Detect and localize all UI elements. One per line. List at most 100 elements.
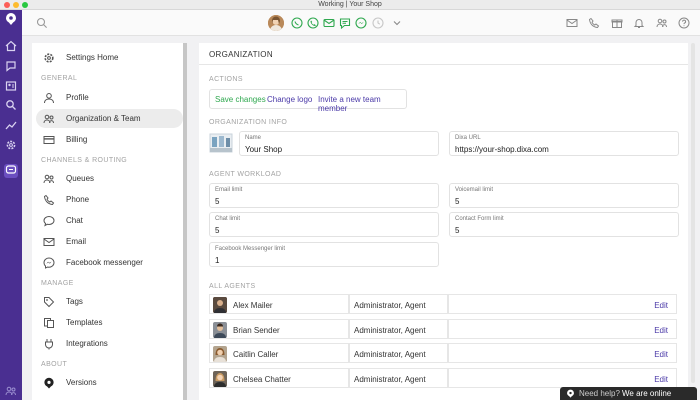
- field-value: 5: [455, 197, 460, 206]
- org-info-heading: ORGANIZATION INFO: [209, 119, 288, 126]
- section-about: ABOUT: [41, 361, 68, 368]
- save-changes-button[interactable]: Save changes: [215, 95, 266, 104]
- phone-icon[interactable]: [588, 17, 600, 31]
- messenger-icon: [43, 257, 55, 269]
- voicemail-limit-field[interactable]: Voicemail limit 5: [449, 183, 679, 208]
- sidebar-item-queues[interactable]: Queues: [36, 169, 183, 188]
- agent-workload-heading: AGENT WORKLOAD: [209, 171, 282, 178]
- divider: [199, 64, 688, 65]
- team-icon: [43, 113, 55, 125]
- chat-status-icon[interactable]: [339, 17, 351, 31]
- agent-role-cell: Administrator, Agent: [349, 294, 448, 314]
- organization-name-field[interactable]: Name Your Shop: [239, 131, 439, 156]
- settings-gear-icon[interactable]: [4, 139, 18, 153]
- field-value: 5: [215, 197, 220, 206]
- agent-role: Administrator, Agent: [354, 350, 426, 359]
- users-icon: [43, 173, 55, 185]
- edit-agent-button[interactable]: Edit: [654, 301, 668, 310]
- sidebar-item-billing[interactable]: Billing: [36, 130, 183, 149]
- help-widget[interactable]: Need help? We are online: [560, 387, 697, 400]
- field-label: Email limit: [215, 187, 243, 193]
- phone-status-icon[interactable]: [307, 17, 319, 31]
- avatar: [213, 346, 227, 362]
- dixa-url-field[interactable]: Dixa URL https://your-shop.dixa.com: [449, 131, 679, 156]
- agent-role-cell: Administrator, Agent: [349, 319, 448, 339]
- templates-icon: [43, 317, 55, 329]
- away-status-icon[interactable]: [372, 17, 384, 31]
- sidebar-item-tags[interactable]: Tags: [36, 292, 183, 311]
- main-scrollbar[interactable]: [691, 43, 695, 383]
- sidebar-item-facebook[interactable]: Facebook messenger: [36, 253, 183, 272]
- chat-widget-icon[interactable]: [4, 164, 18, 178]
- tag-icon: [43, 296, 55, 308]
- sidebar-item-label: Organization & Team: [66, 114, 141, 123]
- sidebar-item-label: Phone: [66, 195, 90, 204]
- all-agents-heading: ALL AGENTS: [209, 283, 256, 290]
- sidebar-item-label: Chat: [66, 216, 83, 225]
- edit-agent-button[interactable]: Edit: [654, 375, 668, 384]
- plug-icon: [43, 338, 55, 350]
- chat-limit-field[interactable]: Chat limit 5: [209, 212, 439, 237]
- bell-icon[interactable]: [633, 17, 645, 31]
- sidebar-item-versions[interactable]: Versions: [36, 373, 183, 392]
- facebook-messenger-limit-field[interactable]: Facebook Messenger limit 1: [209, 242, 439, 267]
- email-limit-field[interactable]: Email limit 5: [209, 183, 439, 208]
- messenger-status-icon[interactable]: [355, 17, 367, 31]
- sidebar-item-label: Profile: [66, 93, 89, 102]
- chevron-down-icon[interactable]: [392, 17, 402, 31]
- section-general: GENERAL: [41, 75, 78, 82]
- agent-actions-cell: Edit: [448, 319, 677, 339]
- field-value: https://your-shop.dixa.com: [455, 145, 549, 154]
- agent-name-cell: Alex Mailer: [209, 294, 349, 314]
- window-title: Working | Your Shop: [318, 1, 382, 8]
- search-icon[interactable]: [4, 99, 18, 113]
- dixa-logo-icon: [43, 377, 55, 389]
- change-logo-button[interactable]: Change logo: [267, 95, 312, 104]
- section-manage: MANAGE: [41, 280, 74, 287]
- agent-actions-cell: Edit: [448, 368, 677, 388]
- sidebar-item-settings-home[interactable]: Settings Home: [36, 48, 183, 67]
- table-row[interactable]: Caitlin Caller Administrator, Agent Edit: [209, 343, 677, 363]
- agent-name-cell: Caitlin Caller: [209, 343, 349, 363]
- edit-agent-button[interactable]: Edit: [654, 350, 668, 359]
- agent-name: Caitlin Caller: [233, 350, 279, 359]
- sidebar-item-phone[interactable]: Phone: [36, 190, 183, 209]
- conversations-icon[interactable]: [4, 60, 18, 74]
- sidebar-item-organization[interactable]: Organization & Team: [36, 109, 183, 128]
- home-icon[interactable]: [4, 40, 18, 54]
- agent-role: Administrator, Agent: [354, 375, 426, 384]
- team-icon[interactable]: [656, 17, 668, 31]
- edit-agent-button[interactable]: Edit: [654, 326, 668, 335]
- search-icon[interactable]: [36, 17, 48, 31]
- mail-status-icon[interactable]: [323, 17, 335, 31]
- help-icon[interactable]: [678, 17, 690, 31]
- gear-icon: [43, 52, 55, 64]
- chat-bubble-icon: [43, 215, 55, 227]
- field-value: 5: [455, 226, 460, 235]
- table-row[interactable]: Chelsea Chatter Administrator, Agent Edi…: [209, 368, 677, 388]
- sidebar-item-chat[interactable]: Chat: [36, 211, 183, 230]
- table-row[interactable]: Alex Mailer Administrator, Agent Edit: [209, 294, 677, 314]
- dixa-logo-icon[interactable]: [4, 12, 18, 26]
- contacts-icon[interactable]: [4, 80, 18, 94]
- invite-member-button[interactable]: Invite a new team member: [318, 95, 406, 113]
- contact-form-limit-field[interactable]: Contact Form limit 5: [449, 212, 679, 237]
- organization-logo: [209, 131, 233, 155]
- whatsapp-status-icon[interactable]: [291, 17, 303, 31]
- field-value: 5: [215, 226, 220, 235]
- table-row[interactable]: Brian Sender Administrator, Agent Edit: [209, 319, 677, 339]
- agent-role-cell: Administrator, Agent: [349, 343, 448, 363]
- sidebar-item-label: Tags: [66, 297, 83, 306]
- team-status-icon[interactable]: [4, 385, 18, 399]
- mail-icon[interactable]: [566, 17, 578, 31]
- gift-icon[interactable]: [611, 17, 623, 31]
- sidebar-item-integrations[interactable]: Integrations: [36, 334, 183, 353]
- user-avatar[interactable]: [268, 15, 284, 31]
- help-status: We are online: [622, 389, 672, 398]
- phone-icon: [43, 194, 55, 206]
- analytics-icon[interactable]: [4, 119, 18, 133]
- sidebar-item-templates[interactable]: Templates: [36, 313, 183, 332]
- mail-icon: [43, 236, 55, 248]
- sidebar-item-profile[interactable]: Profile: [36, 88, 183, 107]
- sidebar-item-email[interactable]: Email: [36, 232, 183, 251]
